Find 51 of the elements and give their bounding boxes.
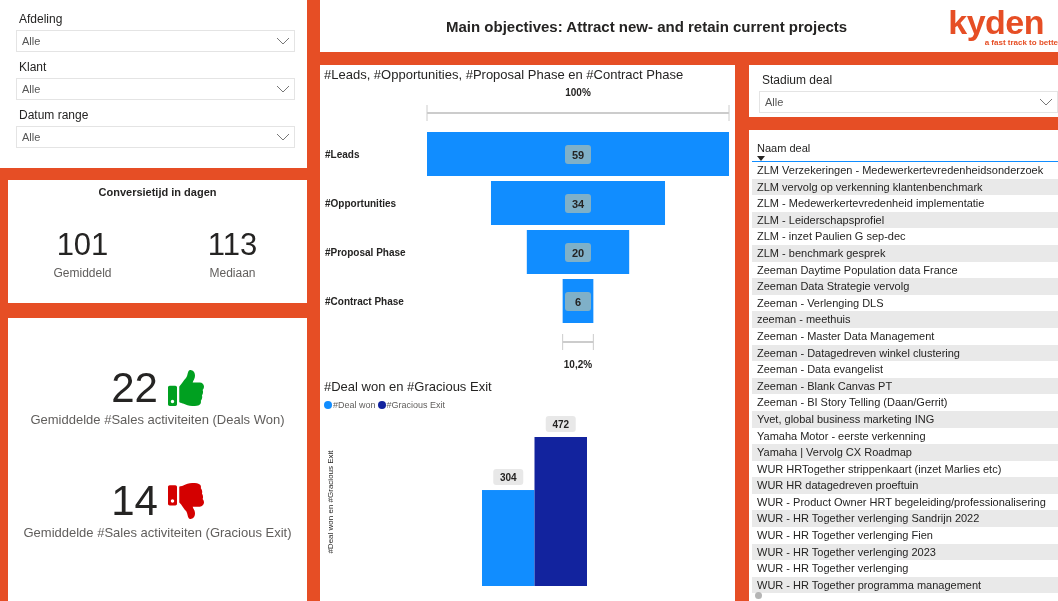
table-row[interactable]: Zeeman Data Strategie vervolg [752, 278, 1058, 295]
value-badge: 59 [565, 145, 591, 164]
table-row[interactable]: Yamaha | Vervolg CX Roadmap [752, 444, 1058, 461]
card-title: Conversietijd in dagen [98, 186, 217, 198]
data-label: 472 [552, 419, 570, 430]
page-title: Main objectives: Attract new- and retain current projects [446, 17, 848, 35]
filter-label: Datum range [19, 108, 90, 122]
dropdown-field[interactable]: Alle [16, 78, 295, 100]
kpi-value: 14 [111, 479, 158, 523]
value-badge: 472 [545, 416, 576, 432]
stat-value: 113 [207, 228, 258, 262]
kpi-label: Gemiddelde #Sales activiteiten (Gracious Exit) [23, 525, 292, 540]
value-badge: 34 [565, 194, 591, 213]
value-badge: 6 [565, 292, 591, 311]
dropdown-field[interactable]: Alle [16, 30, 295, 52]
scrollbar-thumb[interactable] [755, 592, 762, 599]
rotated-label: #Deal won en #Gracious Exit [326, 450, 335, 554]
category-label: #Leads [325, 149, 360, 160]
kpi-value: 22 [111, 366, 158, 410]
stat-value: 101 [56, 228, 109, 262]
category-label: #Opportunities [325, 198, 397, 209]
logo-tagline: a fast track to bette [984, 38, 1058, 47]
axis-label: 100% [565, 87, 591, 98]
scale-bracket [561, 333, 595, 351]
filter-label: Klant [19, 60, 48, 74]
value-badge: 20 [565, 243, 591, 262]
chevron-down-icon [276, 133, 290, 141]
data-label: 304 [499, 472, 518, 484]
value-badge: 304 [493, 469, 524, 486]
category-label: #Proposal Phase [325, 247, 406, 258]
kpi-label: Gemiddelde #Sales activiteiten (Deals Won) [30, 412, 285, 427]
stat-label: Mediaan [209, 266, 256, 280]
chevron-down-icon [276, 37, 290, 45]
chevron-down-icon [1039, 98, 1053, 106]
filter-label: Stadium deal [762, 73, 834, 87]
axis-label: 10,2% [563, 359, 593, 370]
dropdown-field[interactable]: Alle [16, 126, 295, 148]
legend-item: #Gracious Exit [377, 400, 446, 410]
table-row[interactable]: WUR - HR Together verlenging Sandrijn 2022 [752, 510, 1058, 528]
category-label: #Contract Phase [325, 296, 404, 307]
filter-label: Afdeling [19, 12, 64, 26]
dropdown-field[interactable]: Alle [759, 91, 1058, 113]
table-row[interactable]: WUR HR datagedreven proeftuin [752, 477, 1058, 494]
chart-title: #Deal won en #Gracious Exit [324, 379, 493, 394]
table-row[interactable]: zeeman - meethuis [752, 311, 1058, 328]
legend-item: #Deal won [324, 400, 376, 410]
chevron-down-icon [276, 85, 290, 93]
thumbs-up-icon [167, 370, 204, 406]
thumbs-down-icon [167, 483, 204, 519]
stat-label: Gemiddeld [53, 266, 112, 280]
chart-title: #Leads, #Opportunities, #Proposal Phase en #Contract Phase [324, 67, 685, 82]
